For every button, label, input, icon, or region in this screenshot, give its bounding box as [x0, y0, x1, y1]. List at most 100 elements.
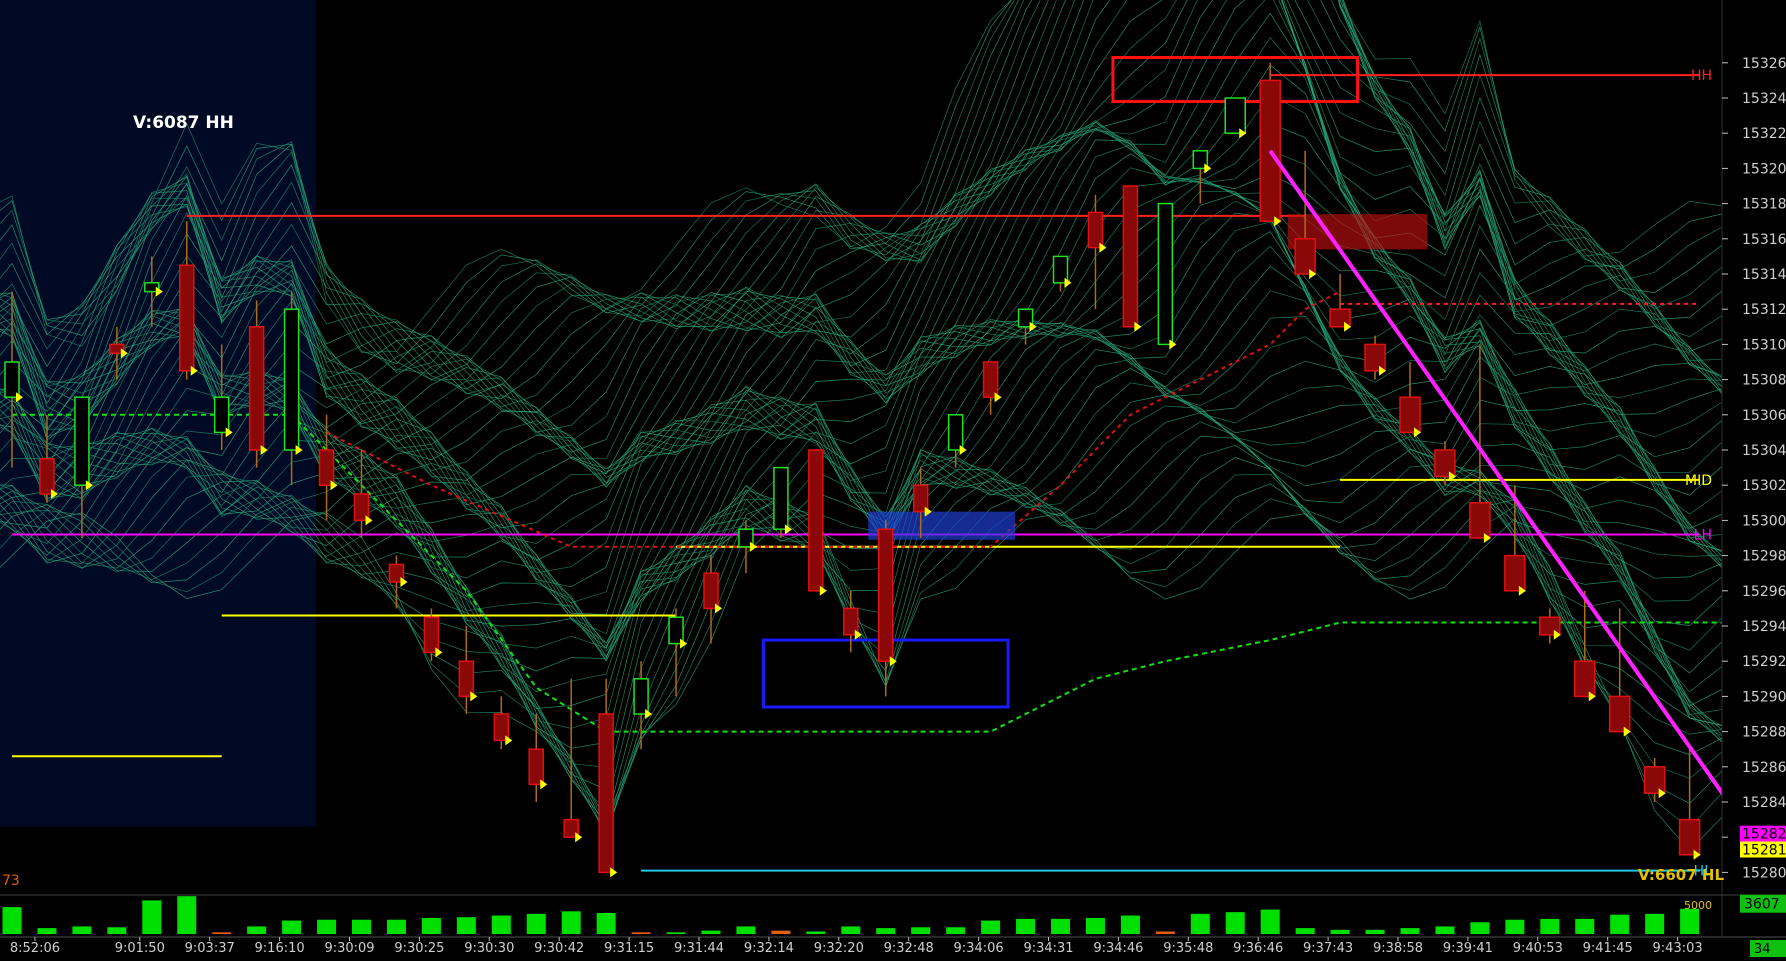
time-tick-label: 9:31:15 [604, 941, 654, 956]
time-tick-label: 9:40:53 [1513, 941, 1563, 956]
time-tick-label: 9:16:10 [255, 941, 305, 956]
price-chart[interactable]: 15280 15282 15284 15286 15288 15290 15292 15294… [0, 0, 1786, 957]
candle-body [703, 572, 719, 610]
candle-body [1364, 343, 1386, 372]
volume-bar [2, 907, 22, 934]
volume-bar [561, 911, 581, 934]
candle-body [39, 458, 55, 495]
level-label-LH: LH [1694, 527, 1712, 543]
price-tick-label: 15324 [1742, 91, 1786, 107]
volume-bar [666, 932, 686, 934]
time-tick-label: 9:41:45 [1583, 941, 1633, 956]
time-tick-label: 9:38:58 [1373, 941, 1423, 956]
price-tick-label: 15298 [1742, 549, 1786, 565]
candle-body [1122, 185, 1139, 328]
volume-bar [526, 913, 546, 934]
time-tick-label: 9:30:09 [324, 941, 374, 956]
volume-bar [841, 926, 861, 934]
volume-bar [456, 917, 476, 934]
time-tick-label: 8:52:06 [10, 941, 60, 956]
price-tick-label: 15316 [1742, 232, 1786, 248]
volume-bar [806, 931, 826, 934]
volume-bar [1470, 922, 1490, 934]
candle-body [528, 748, 544, 786]
volume-bar [771, 930, 791, 934]
volume-bar [107, 927, 127, 934]
price-tick-label: 15318 [1742, 197, 1786, 213]
volume-bar [1260, 909, 1280, 934]
candle-body [947, 414, 964, 451]
candle-body [1224, 97, 1246, 134]
price-marker-label: 15282 [1742, 827, 1786, 843]
price-tick-label: 15326 [1742, 56, 1786, 72]
volume-annotation: V:6087 HH [133, 113, 234, 133]
candle-body [1608, 695, 1631, 733]
volume-bar [1155, 931, 1175, 934]
volume-bar [1120, 915, 1140, 934]
volume-bar [386, 919, 406, 934]
volume-bar [1435, 926, 1455, 934]
volume-bar [1016, 918, 1036, 934]
volume-bar [1085, 918, 1105, 934]
time-tick-label: 9:39:41 [1443, 941, 1493, 956]
volume-bar [142, 900, 162, 934]
volume-bar [212, 932, 232, 934]
volume-current-label: 3607 [1744, 897, 1780, 913]
volume-bar [1295, 928, 1315, 934]
time-tick-label: 9:37:43 [1303, 941, 1353, 956]
volume-bar [352, 919, 371, 934]
candle-body [423, 616, 440, 654]
bottom-annotation: V:6607 HL [1638, 866, 1724, 884]
price-tick-label: 15302 [1742, 478, 1786, 494]
price-tick-label: 15286 [1742, 760, 1786, 776]
volume-bar [1225, 912, 1245, 934]
candle-body [248, 326, 265, 451]
price-tick-label: 15280 [1742, 865, 1786, 881]
price-tick-label: 15312 [1742, 302, 1786, 318]
candle-body [1294, 238, 1316, 275]
level-label-MID: MID [1685, 473, 1712, 489]
volume-bar [1610, 914, 1630, 934]
candle-body [74, 396, 90, 486]
chart-canvas[interactable]: 15280 15282 15284 15286 15288 15290 15292 15294… [0, 0, 1786, 957]
volume-bar [72, 926, 92, 934]
candle-body [213, 396, 230, 434]
time-tick-label: 9:32:14 [744, 941, 794, 956]
time-tick-label: 9:34:06 [954, 941, 1004, 956]
candle-body [1434, 449, 1456, 478]
time-tick-label: 9:32:20 [814, 941, 864, 956]
time-tick-label: 9:01:50 [115, 941, 165, 956]
candle-body [283, 308, 300, 451]
time-tick-label: 9:34:31 [1023, 941, 1073, 956]
candle-body [808, 449, 824, 592]
candle-body [4, 361, 20, 398]
volume-bar [421, 918, 441, 934]
time-tick-label: 9:31:44 [674, 941, 724, 956]
volume-bar [981, 920, 1001, 934]
candle-body [1643, 766, 1666, 794]
volume-bar [282, 920, 302, 934]
price-tick-label: 15308 [1742, 373, 1786, 389]
candle-body [633, 678, 649, 715]
time-tick-label: 9:30:42 [534, 941, 584, 956]
candle-body [1504, 554, 1526, 592]
price-tick-label: 15290 [1742, 689, 1786, 705]
price-tick-label: 15320 [1742, 161, 1786, 177]
time-current-label: 34 [1754, 942, 1771, 957]
candle-body [982, 361, 999, 398]
time-tick-label: 9:35:48 [1163, 941, 1213, 956]
price-tick-label: 15310 [1742, 337, 1786, 353]
volume-bar [1505, 919, 1525, 934]
volume-bar [596, 913, 616, 934]
candle-body [1574, 660, 1596, 698]
candle-body [1157, 202, 1174, 346]
volume-bar [1540, 918, 1560, 934]
price-tick-label: 15294 [1742, 619, 1786, 635]
volume-bar [1645, 913, 1665, 934]
price-tick-label: 15306 [1742, 408, 1786, 424]
candle-body [1469, 502, 1491, 539]
candle-body [878, 528, 894, 662]
volume-bar [736, 926, 756, 934]
price-tick-label: 15284 [1742, 795, 1786, 811]
volume-bar [1680, 908, 1700, 934]
